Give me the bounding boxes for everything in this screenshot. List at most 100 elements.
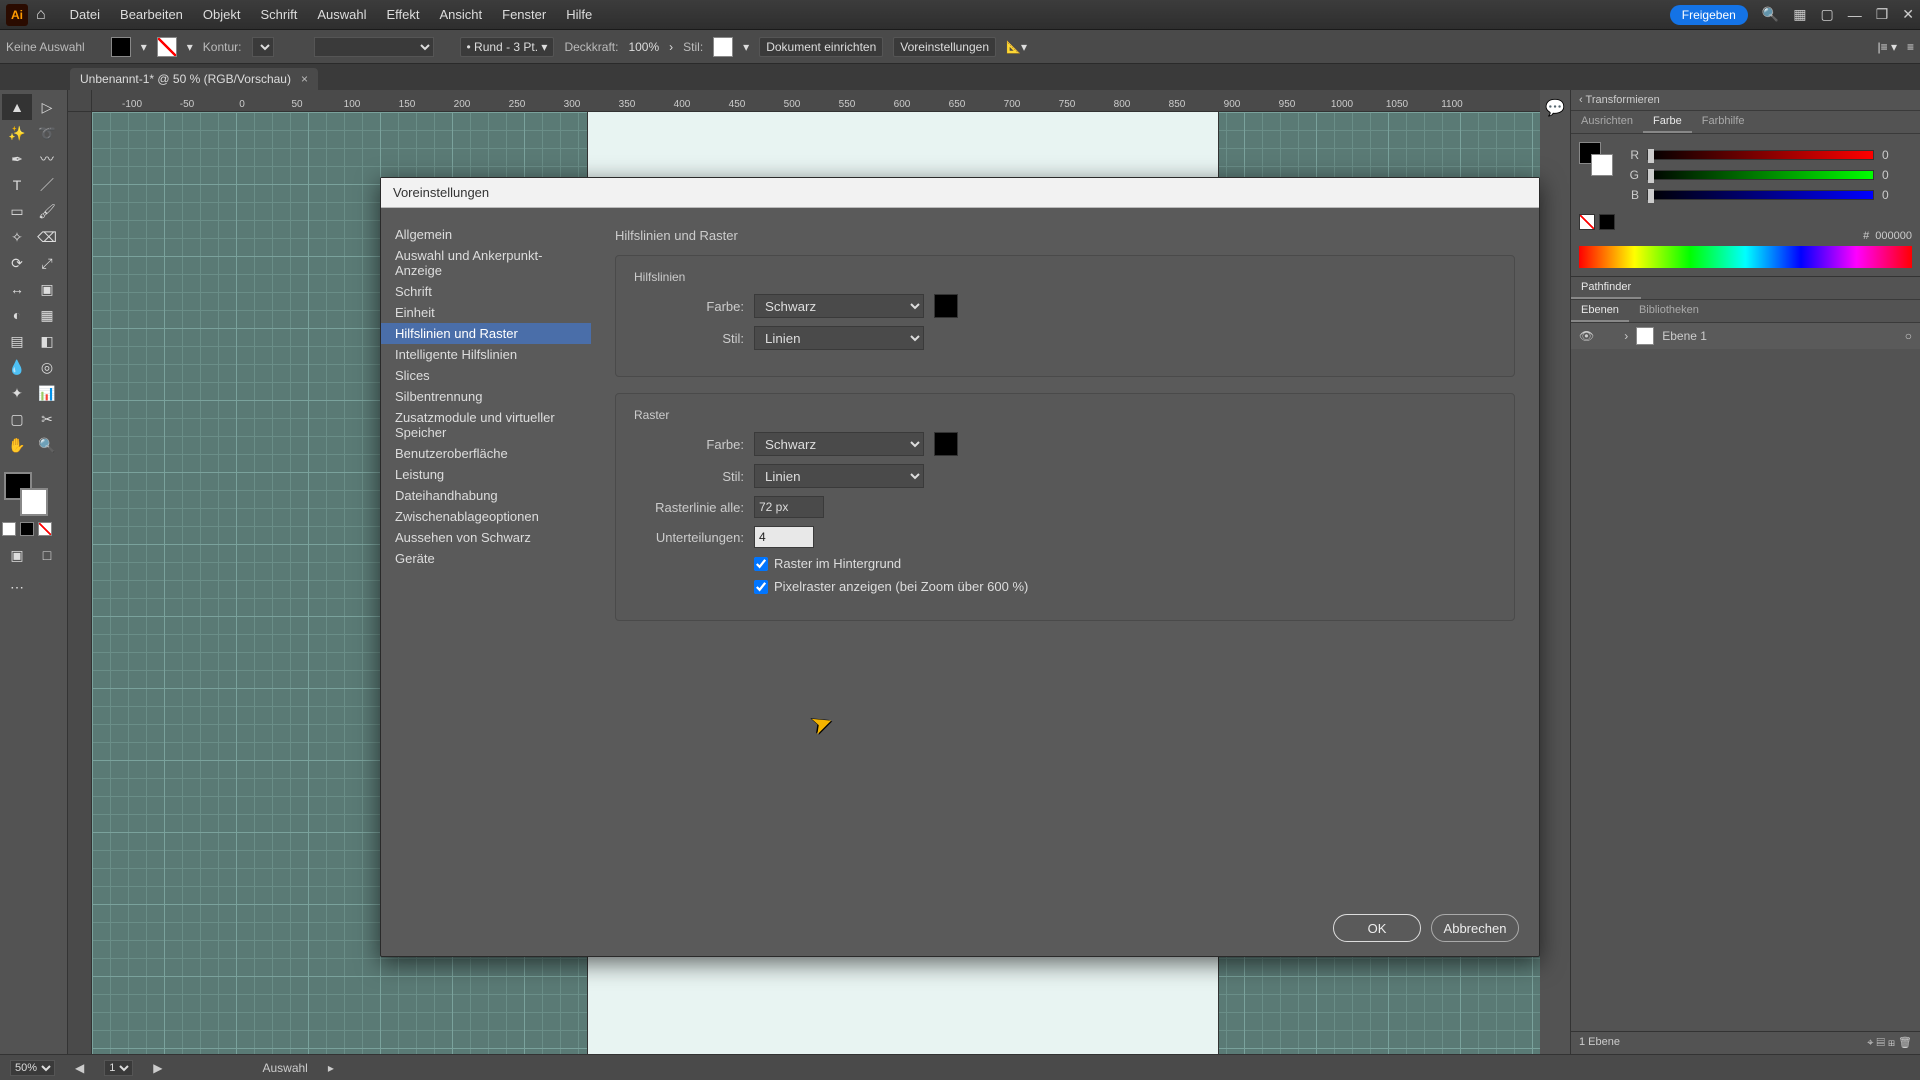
opacity-more-icon[interactable]: ›	[669, 40, 673, 54]
rectangle-tool[interactable]: ▭	[2, 198, 32, 224]
transform-panel-header[interactable]: ‹ Transformieren	[1571, 90, 1920, 111]
menu-object[interactable]: Objekt	[203, 7, 241, 22]
mesh-tool[interactable]: ▤	[2, 328, 32, 354]
g-slider[interactable]	[1647, 170, 1874, 180]
fill-stroke-indicator[interactable]	[2, 470, 62, 520]
pixel-grid-check[interactable]	[754, 580, 768, 594]
nav-next-icon[interactable]: ▶	[153, 1061, 162, 1075]
opacity-value[interactable]: 100%	[628, 40, 659, 54]
zoom-select[interactable]: 50%	[10, 1060, 55, 1076]
shaper-tool[interactable]: ✧	[2, 224, 32, 250]
cat-general[interactable]: Allgemein	[381, 224, 591, 245]
cat-ui[interactable]: Benutzeroberfläche	[381, 443, 591, 464]
screen-mode-full-icon[interactable]: □	[32, 542, 62, 568]
workspace-icon[interactable]: ▦	[1793, 6, 1806, 23]
cat-selection[interactable]: Auswahl und Ankerpunkt-Anzeige	[381, 245, 591, 281]
rotate-tool[interactable]: ⟳	[2, 250, 32, 276]
comment-icon[interactable]: 💬	[1545, 98, 1565, 118]
menu-edit[interactable]: Bearbeiten	[120, 7, 183, 22]
document-tab[interactable]: Unbenannt-1* @ 50 % (RGB/Vorschau) ×	[70, 68, 318, 90]
fill-dropdown-icon[interactable]: ▾	[141, 40, 147, 54]
layer-name[interactable]: Ebene 1	[1662, 329, 1707, 343]
arrange-icon[interactable]: ▢	[1820, 6, 1833, 23]
nav-prev-icon[interactable]: ◀	[75, 1061, 84, 1075]
ok-button[interactable]: OK	[1333, 914, 1421, 942]
home-icon[interactable]: ⌂	[36, 6, 46, 24]
cat-smart-guides[interactable]: Intelligente Hilfslinien	[381, 344, 591, 365]
color-mode-icon[interactable]	[2, 522, 16, 536]
artboard-tool[interactable]: ▢	[2, 406, 32, 432]
line-tool[interactable]: ／	[32, 172, 62, 198]
window-minimize-icon[interactable]: —	[1848, 7, 1862, 23]
horizontal-ruler[interactable]: -100 -50 0 50 100 150 200 250 300 350 40…	[92, 90, 1540, 112]
artboard-nav-select[interactable]: 1	[104, 1060, 133, 1076]
window-restore-icon[interactable]: ❐	[1876, 6, 1889, 23]
delete-layer-icon[interactable]: 🗑	[1898, 1037, 1912, 1049]
panel-toggle-icon[interactable]: |≡ ▾	[1878, 40, 1897, 54]
style-dropdown-icon[interactable]: ▾	[743, 40, 749, 54]
direct-selection-tool[interactable]: ▷	[32, 94, 62, 120]
preferences-button[interactable]: Voreinstellungen	[893, 37, 996, 57]
color-fillstroke-icon[interactable]	[1579, 142, 1615, 178]
selection-tool[interactable]: ▲	[2, 94, 32, 120]
cat-guides-grid[interactable]: Hilfslinien und Raster	[381, 323, 591, 344]
type-tool[interactable]: T	[2, 172, 32, 198]
menu-file[interactable]: Datei	[70, 7, 100, 22]
stroke-box[interactable]	[20, 488, 48, 516]
layer-row[interactable]: 👁 › Ebene 1 ○	[1571, 323, 1920, 349]
lasso-tool[interactable]: ➰	[32, 120, 62, 146]
menu-type[interactable]: Schrift	[261, 7, 298, 22]
pixel-grid-checkbox[interactable]: Pixelraster anzeigen (bei Zoom über 600 …	[754, 579, 1028, 594]
align-icon[interactable]: 📐▾	[1006, 40, 1027, 54]
vertical-ruler[interactable]	[68, 112, 92, 1054]
zoom-tool[interactable]: 🔍	[32, 432, 62, 458]
menu-window[interactable]: Fenster	[502, 7, 546, 22]
grid-style-select[interactable]: Linien	[754, 464, 924, 488]
document-setup-button[interactable]: Dokument einrichten	[759, 37, 883, 57]
subdivisions-input[interactable]	[754, 526, 814, 548]
new-sublayer-icon[interactable]: ▤	[1877, 1037, 1885, 1049]
tab-layers[interactable]: Ebenen	[1571, 300, 1629, 322]
style-swatch[interactable]	[713, 37, 733, 57]
guides-color-swatch[interactable]	[934, 294, 958, 318]
fill-swatch[interactable]	[111, 37, 131, 57]
grid-color-swatch[interactable]	[934, 432, 958, 456]
bw-color-icon[interactable]	[1599, 214, 1615, 230]
ruler-origin[interactable]	[68, 90, 92, 112]
color-spectrum[interactable]	[1579, 246, 1912, 268]
tab-close-icon[interactable]: ×	[301, 72, 308, 86]
hand-tool[interactable]: ✋	[2, 432, 32, 458]
tab-color[interactable]: Farbe	[1643, 111, 1692, 133]
paintbrush-tool[interactable]: 🖌	[32, 198, 62, 224]
scale-tool[interactable]: ⤢	[32, 250, 62, 276]
tab-pathfinder[interactable]: Pathfinder	[1571, 277, 1641, 299]
magic-wand-tool[interactable]: ✨	[2, 120, 32, 146]
cat-type[interactable]: Schrift	[381, 281, 591, 302]
cat-slices[interactable]: Slices	[381, 365, 591, 386]
curvature-tool[interactable]: 〰	[32, 146, 62, 172]
b-value[interactable]: 0	[1882, 188, 1912, 202]
tab-libraries[interactable]: Bibliotheken	[1629, 300, 1709, 322]
menu-help[interactable]: Hilfe	[566, 7, 592, 22]
cancel-button[interactable]: Abbrechen	[1431, 914, 1519, 942]
shape-builder-tool[interactable]: ◐	[2, 302, 32, 328]
hex-value[interactable]: 000000	[1875, 230, 1912, 242]
stroke-weight-select[interactable]	[252, 37, 274, 57]
r-value[interactable]: 0	[1882, 148, 1912, 162]
cat-black[interactable]: Aussehen von Schwarz	[381, 527, 591, 548]
grid-behind-checkbox[interactable]: Raster im Hintergrund	[754, 556, 901, 571]
cat-units[interactable]: Einheit	[381, 302, 591, 323]
guides-style-select[interactable]: Linien	[754, 326, 924, 350]
blend-tool[interactable]: ◎	[32, 354, 62, 380]
screen-mode-normal-icon[interactable]: ▣	[2, 542, 32, 568]
b-slider[interactable]	[1647, 190, 1874, 200]
perspective-tool[interactable]: ▦	[32, 302, 62, 328]
grid-behind-check[interactable]	[754, 557, 768, 571]
pen-tool[interactable]: ✒	[2, 146, 32, 172]
target-icon[interactable]: ○	[1905, 329, 1912, 343]
gradient-tool[interactable]: ◧	[32, 328, 62, 354]
cat-plugins[interactable]: Zusatzmodule und virtueller Speicher	[381, 407, 591, 443]
graph-tool[interactable]: 📊	[32, 380, 62, 406]
locate-layer-icon[interactable]: ⌖	[1867, 1037, 1873, 1049]
expand-icon[interactable]: ›	[1624, 329, 1628, 343]
